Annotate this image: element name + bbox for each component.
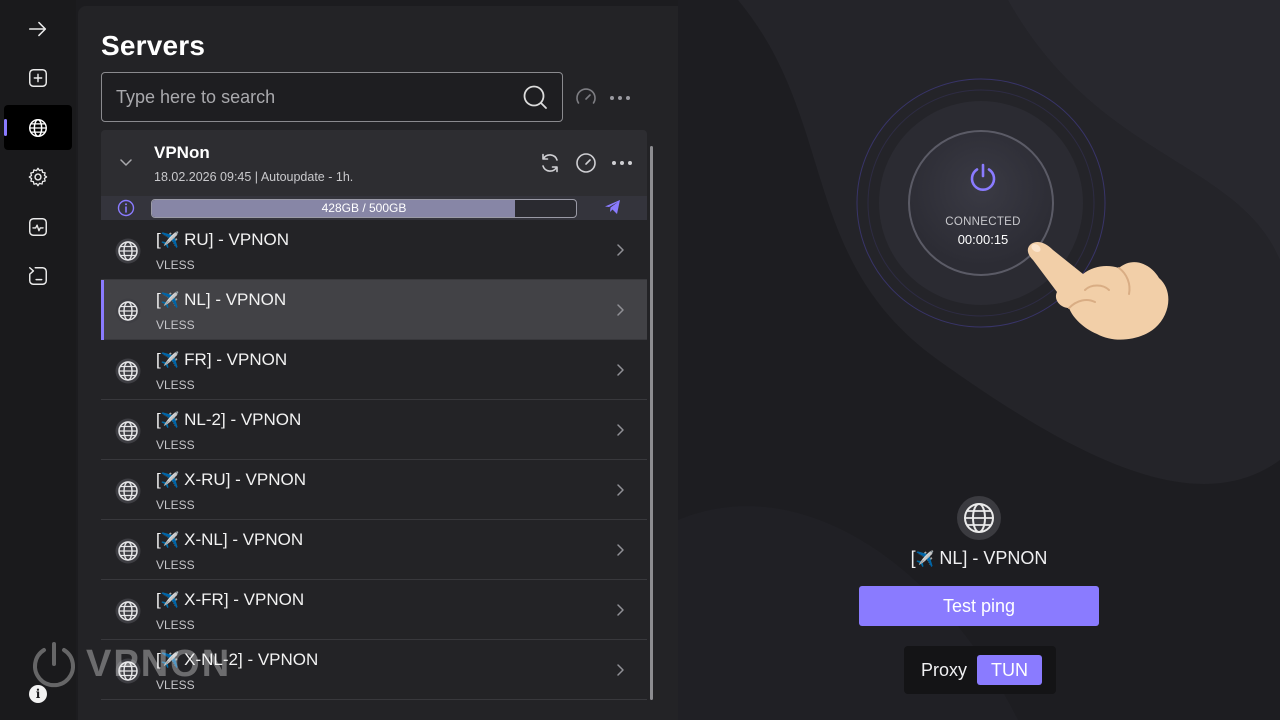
- current-server-name: [✈️ NL] - VPNON: [910, 548, 1048, 568]
- airplane-icon: ✈️: [160, 292, 180, 309]
- search-icon[interactable]: [522, 84, 548, 110]
- gear-icon: [28, 167, 48, 186]
- speedtest-all-icon[interactable]: [574, 86, 598, 110]
- server-row[interactable]: [✈️ X-RU] - VPNON VLESS: [101, 460, 647, 520]
- group-more-icon[interactable]: [611, 152, 633, 174]
- server-protocol: VLESS: [156, 258, 195, 272]
- current-server-globe-icon: [957, 496, 1001, 540]
- group-name: VPNon: [154, 143, 210, 162]
- server-row[interactable]: [✈️ NL] - VPNON VLESS: [101, 280, 647, 340]
- server-protocol: VLESS: [156, 498, 195, 512]
- mode-tun-option[interactable]: TUN: [977, 655, 1043, 685]
- chevron-right-icon[interactable]: [615, 422, 625, 438]
- server-row[interactable]: [✈️ X-FR] - VPNON VLESS: [101, 580, 647, 640]
- airplane-icon: ✈️: [915, 551, 935, 568]
- chevron-right-icon[interactable]: [615, 542, 625, 558]
- info-circle-icon[interactable]: [117, 199, 135, 222]
- server-name: [✈️ X-RU] - VPNON: [156, 470, 306, 489]
- server-row[interactable]: [✈️ RU] - VPNON VLESS: [101, 220, 647, 280]
- globe-icon: [115, 478, 141, 504]
- airplane-icon: ✈️: [160, 412, 180, 429]
- nav-servers[interactable]: [4, 105, 72, 150]
- traffic-progress-bar: 428GB / 500GB: [151, 199, 577, 218]
- server-protocol: VLESS: [156, 678, 195, 692]
- server-protocol: VLESS: [156, 558, 195, 572]
- server-protocol: VLESS: [156, 318, 195, 332]
- chevron-right-icon[interactable]: [615, 242, 625, 258]
- mode-switch: Proxy TUN: [904, 646, 1056, 694]
- globe-icon: [115, 598, 141, 624]
- power-icon: [970, 163, 996, 191]
- airplane-icon: ✈️: [160, 532, 180, 549]
- airplane-icon: ✈️: [160, 472, 180, 489]
- pointing-hand-icon: [1027, 242, 1169, 340]
- traffic-quota-row: 428GB / 500GB: [101, 196, 647, 220]
- test-ping-button[interactable]: Test ping: [859, 586, 1099, 626]
- connection-panel: CONNECTED 00:00:15 [✈️ NL] - VPNON Test …: [678, 0, 1280, 720]
- collapse-arrow-button[interactable]: [4, 6, 72, 51]
- globe-icon: [115, 658, 141, 684]
- server-row[interactable]: [✈️ FR] - VPNON VLESS: [101, 340, 647, 400]
- traffic-label: 428GB / 500GB: [321, 201, 407, 215]
- nav-settings[interactable]: [4, 154, 72, 199]
- add-square-icon: [29, 68, 47, 87]
- server-name: [✈️ X-FR] - VPNON: [156, 590, 305, 609]
- chevron-right-icon[interactable]: [615, 602, 625, 618]
- speedtest-group-icon[interactable]: [575, 152, 597, 174]
- globe-icon: [115, 538, 141, 564]
- server-name: [✈️ X-NL-2] - VPNON: [156, 650, 319, 669]
- search-input[interactable]: [116, 86, 522, 108]
- info-badge-icon[interactable]: i: [29, 685, 47, 703]
- activity-chart-icon: [29, 217, 47, 236]
- server-name: [✈️ FR] - VPNON: [156, 350, 288, 369]
- server-row[interactable]: [✈️ X-NL] - VPNON VLESS: [101, 520, 647, 580]
- chevron-right-icon[interactable]: [615, 362, 625, 378]
- globe-icon: [115, 418, 141, 444]
- globe-icon: [115, 358, 141, 384]
- server-name: [✈️ RU] - VPNON: [156, 230, 289, 249]
- refresh-icon[interactable]: [539, 152, 561, 174]
- search-box: [101, 72, 563, 122]
- nav-add-profile[interactable]: [4, 55, 72, 100]
- chevron-right-icon[interactable]: [615, 482, 625, 498]
- servers-panel: Servers VPNon 18.02.2026 09:45 | Autoupd…: [78, 6, 678, 720]
- telegram-send-icon[interactable]: [604, 199, 621, 220]
- connection-status: CONNECTED: [945, 216, 1021, 228]
- globe-icon: [115, 298, 141, 324]
- server-name: [✈️ NL-2] - VPNON: [156, 410, 302, 429]
- chevron-right-icon[interactable]: [615, 302, 625, 318]
- server-protocol: VLESS: [156, 618, 195, 632]
- mode-proxy-option[interactable]: Proxy: [912, 660, 977, 681]
- server-name: [✈️ NL] - VPNON: [156, 290, 287, 309]
- nav-rail: i: [0, 0, 76, 720]
- server-protocol: VLESS: [156, 378, 195, 392]
- server-row[interactable]: [✈️ NL-2] - VPNON VLESS: [101, 400, 647, 460]
- terminal-icon: [29, 266, 47, 285]
- airplane-icon: ✈️: [160, 352, 180, 369]
- arrow-right-icon: [28, 21, 47, 36]
- airplane-icon: ✈️: [160, 232, 180, 249]
- airplane-icon: ✈️: [160, 652, 180, 669]
- server-row[interactable]: [✈️ X-NL-2] - VPNON VLESS: [101, 640, 647, 700]
- airplane-icon: ✈️: [160, 592, 180, 609]
- server-name: [✈️ X-NL] - VPNON: [156, 530, 304, 549]
- group-actions: [539, 152, 633, 174]
- globe-icon: [29, 118, 47, 137]
- server-list: [✈️ RU] - VPNON VLESS [✈️ NL] - VPNON VLESS…: [101, 220, 647, 700]
- more-options-icon[interactable]: [608, 86, 632, 110]
- nav-logs[interactable]: [4, 253, 72, 298]
- nav-statistics[interactable]: [4, 204, 72, 249]
- list-scrollbar[interactable]: [650, 146, 653, 700]
- page-title: Servers: [101, 30, 206, 61]
- globe-icon: [115, 238, 141, 264]
- group-update-info: 18.02.2026 09:45 | Autoupdate - 1h.: [154, 170, 354, 184]
- server-protocol: VLESS: [156, 438, 195, 452]
- chevron-right-icon[interactable]: [615, 662, 625, 678]
- chevron-down-icon[interactable]: [119, 154, 133, 172]
- subscription-group: VPNon 18.02.2026 09:45 | Autoupdate - 1h…: [101, 130, 647, 220]
